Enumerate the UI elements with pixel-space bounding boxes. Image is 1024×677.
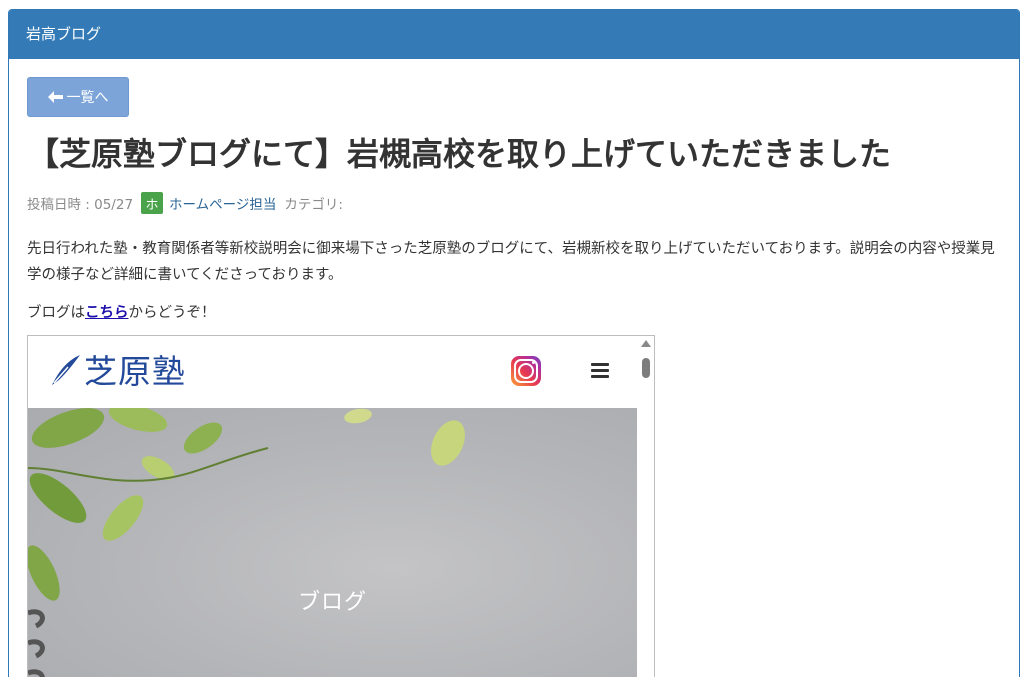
hero-title: ブログ: [297, 590, 367, 615]
post-title: 【芝原塾ブログにて】岩槻高校を取り上げていただきました: [27, 135, 892, 173]
panel-heading: 岩高ブログ: [9, 10, 1019, 59]
link-suffix: からどうぞ！: [128, 305, 216, 321]
embedded-blog-frame[interactable]: 芝原塾 ブログ: [27, 335, 655, 677]
author-link[interactable]: ホームページ担当: [169, 193, 276, 213]
quill-pen-icon: [50, 353, 82, 391]
embed-logo[interactable]: 芝原塾: [50, 352, 186, 392]
back-to-list-button[interactable]: 一覧へ: [27, 77, 129, 117]
embed-scrollbar[interactable]: [637, 336, 654, 677]
author-avatar: ホ: [141, 192, 164, 214]
embed-header: 芝原塾: [28, 336, 637, 408]
hero-banner: ブログ: [28, 408, 637, 677]
blog-link[interactable]: こちら: [85, 305, 129, 321]
post-date: 投稿日時 : 05/27: [27, 197, 134, 213]
back-button-label: 一覧へ: [66, 90, 109, 106]
scroll-thumb[interactable]: [642, 358, 650, 378]
post-body: 先日行われた塾・教育関係者等新校説明会に御来場下さった芝原塾のブログにて、岩槻新…: [27, 241, 995, 283]
scroll-up-arrow-icon[interactable]: [641, 340, 651, 347]
post-link-line: ブログはこちらからどうぞ！: [27, 300, 216, 326]
logo-text: 芝原塾: [84, 352, 186, 391]
hamburger-menu-icon[interactable]: [591, 363, 609, 379]
blog-panel: 岩高ブログ 一覧へ 【芝原塾ブログにて】岩槻高校を取り上げていただきました 投稿…: [8, 9, 1020, 677]
category-label: カテゴリ:: [284, 197, 343, 213]
leaf-decoration: [28, 408, 465, 677]
link-prefix: ブログは: [27, 305, 85, 321]
instagram-icon[interactable]: [511, 356, 541, 386]
arrow-left-icon: [47, 91, 63, 103]
post-meta: 投稿日時 : 05/27 ホ ホームページ担当 カテゴリ:: [27, 191, 343, 215]
